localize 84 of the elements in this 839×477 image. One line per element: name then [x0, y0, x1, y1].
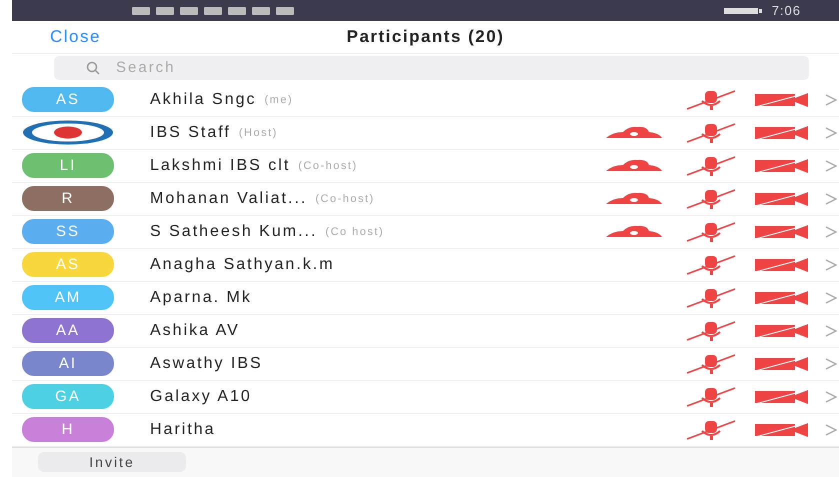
status-icon — [180, 6, 198, 15]
participant-role: (Co-host) — [315, 192, 375, 205]
muted-mic-icon[interactable] — [685, 220, 737, 243]
participant-role: (me) — [264, 94, 294, 106]
participant-row[interactable]: LI Lakshmi IBS clt (Co-host) — [12, 150, 839, 183]
video-off-icon[interactable] — [755, 158, 809, 174]
battery-icon — [724, 6, 764, 15]
participant-name: Akhila Sngc — [150, 90, 256, 109]
participant-name: Haritha — [150, 420, 216, 439]
chevron-icon — [825, 224, 837, 240]
chevron-icon — [825, 422, 837, 438]
chevron-icon — [825, 124, 837, 141]
participant-name: IBS Staff — [150, 124, 231, 142]
clock: 7:06 — [772, 3, 801, 18]
chevron-icon — [825, 190, 837, 207]
muted-mic-icon[interactable] — [685, 188, 737, 210]
chevron-icon — [825, 322, 837, 339]
chevron-icon — [825, 290, 837, 306]
participant-row[interactable]: R Mohanan Valiat... (Co-host) — [12, 182, 839, 216]
participant-name: Galaxy A10 — [150, 388, 252, 406]
search-icon — [86, 60, 100, 75]
participant-name: Aswathy IBS — [150, 354, 263, 373]
participant-role: (Host) — [238, 126, 278, 139]
chevron-icon — [825, 388, 837, 405]
video-off-icon[interactable] — [755, 190, 809, 207]
muted-mic-icon[interactable] — [685, 418, 737, 441]
video-off-icon[interactable] — [755, 256, 809, 273]
participant-row[interactable]: AA Ashika AV — [12, 314, 839, 348]
muted-mic-icon[interactable] — [685, 254, 737, 276]
participant-role: (Co-host) — [298, 160, 358, 172]
participant-name: Anagha Sathyan.k.m — [150, 256, 335, 274]
participant-name: Ashika AV — [150, 322, 240, 340]
screen-title: Participants (20) — [346, 27, 504, 48]
muted-mic-icon[interactable] — [685, 88, 737, 111]
participant-role: (Co host) — [325, 226, 384, 238]
avatar: GA — [22, 384, 114, 410]
avatar: LI — [22, 153, 114, 178]
video-off-icon[interactable] — [755, 92, 809, 108]
video-off-icon[interactable] — [755, 290, 809, 306]
participant-row[interactable]: GA Galaxy A10 — [12, 380, 839, 414]
avatar: SS — [22, 219, 114, 244]
video-off-icon[interactable] — [755, 422, 809, 438]
video-off-icon[interactable] — [755, 356, 809, 372]
video-off-icon[interactable] — [755, 388, 809, 405]
participant-row[interactable]: IBS Staff (Host) — [12, 116, 839, 150]
muted-mic-icon[interactable] — [685, 286, 737, 309]
invite-button[interactable]: Invite — [38, 452, 186, 472]
participant-name: Mohanan Valiat... — [150, 190, 308, 208]
muted-mic-icon[interactable] — [685, 122, 737, 144]
status-icon — [156, 6, 174, 15]
status-icon — [276, 6, 294, 15]
avatar: AA — [22, 318, 114, 344]
video-off-icon[interactable] — [755, 224, 809, 240]
participant-row[interactable]: AI Aswathy IBS — [12, 348, 839, 381]
status-icon — [204, 6, 222, 15]
participant-name: Aparna. Mk — [150, 288, 252, 307]
muted-mic-icon[interactable] — [685, 352, 737, 375]
search-field[interactable]: Search — [54, 56, 809, 80]
participant-row[interactable]: AS Anagha Sathyan.k.m — [12, 248, 839, 282]
muted-mic-icon[interactable] — [685, 154, 737, 177]
status-icon — [132, 6, 150, 15]
participant-row[interactable]: AS Akhila Sngc (me) — [12, 84, 839, 117]
participant-row[interactable]: SS S Satheesh Kum... (Co host) — [12, 216, 839, 249]
avatar: AI — [22, 351, 114, 376]
participant-name: S Satheesh Kum... — [150, 222, 318, 241]
avatar: H — [22, 417, 114, 442]
avatar: R — [22, 186, 114, 212]
avatar: AS — [22, 87, 114, 112]
participant-row[interactable]: H Haritha — [12, 414, 839, 447]
status-icon — [228, 6, 246, 15]
participant-row[interactable]: AM Aparna. Mk — [12, 282, 839, 315]
status-icon — [252, 6, 270, 15]
video-off-icon[interactable] — [755, 124, 809, 141]
muted-mic-icon[interactable] — [685, 320, 737, 342]
participant-name: Lakshmi IBS clt — [150, 156, 290, 175]
video-off-icon[interactable] — [755, 322, 809, 339]
avatar: AS — [22, 252, 114, 278]
chevron-icon — [825, 256, 837, 273]
emblem-avatar-icon — [22, 120, 114, 146]
chevron-icon — [825, 356, 837, 372]
chevron-icon — [825, 92, 837, 108]
chevron-icon — [825, 158, 837, 174]
muted-mic-icon[interactable] — [685, 386, 737, 408]
avatar: AM — [22, 285, 114, 310]
